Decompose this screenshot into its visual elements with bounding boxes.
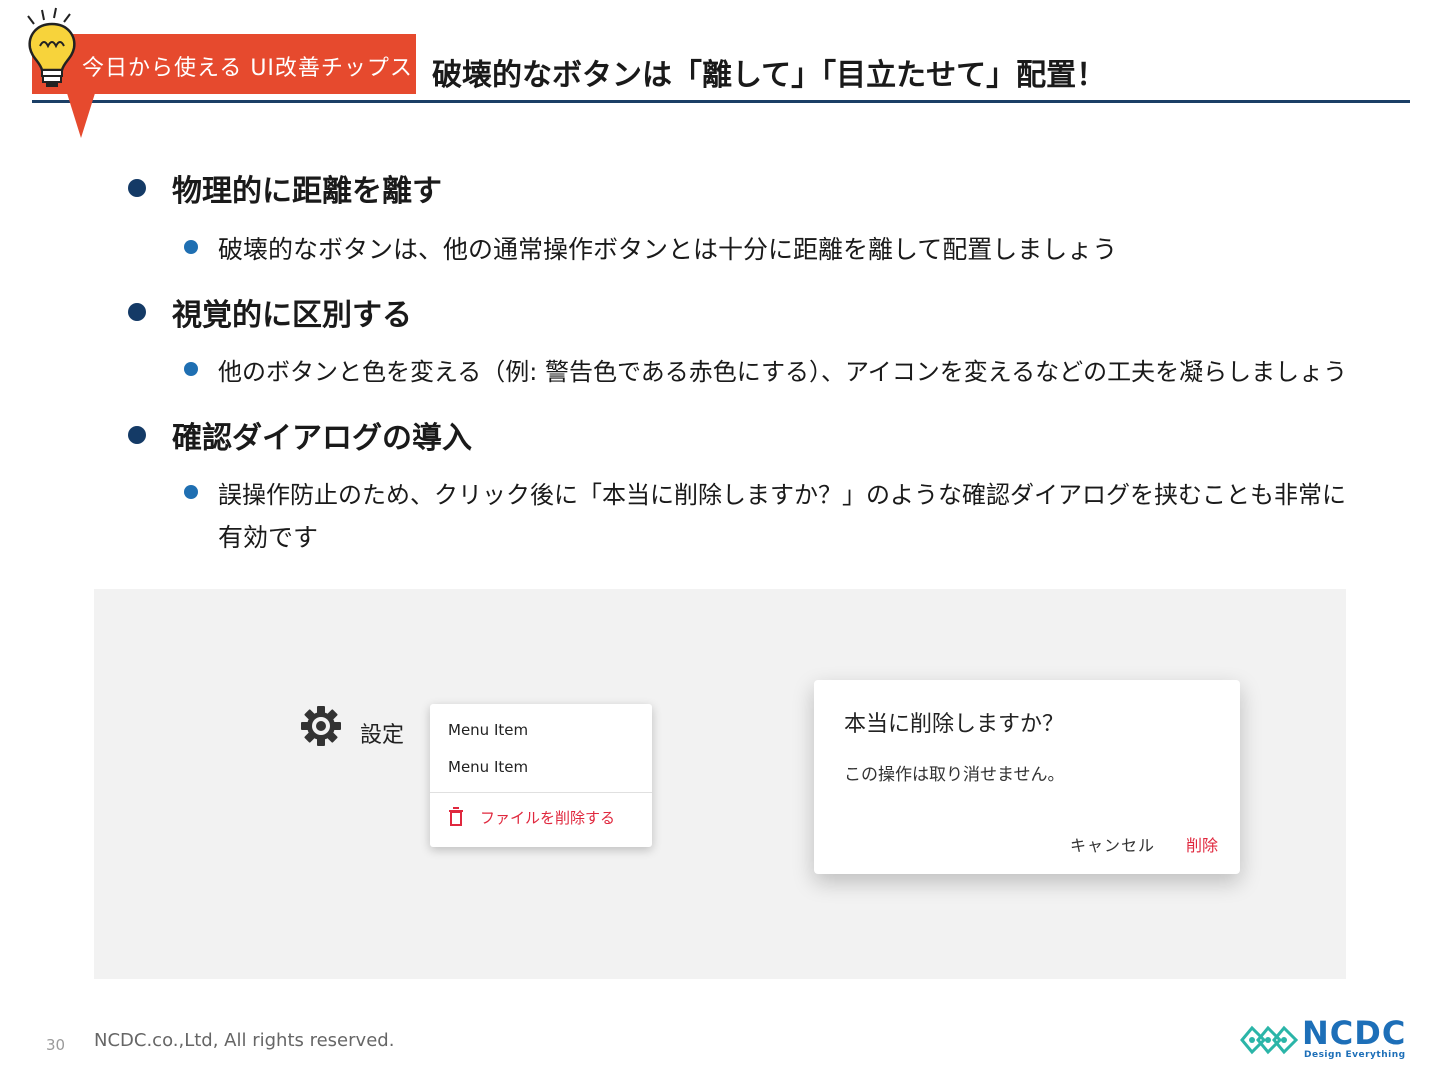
bullet-dot: [128, 303, 146, 321]
page-number: 30: [46, 1036, 66, 1054]
bullet-detail-continuation: 有効です: [218, 523, 319, 552]
menu-item[interactable]: Menu Item: [448, 721, 528, 739]
lightbulb-icon: [27, 7, 76, 87]
example-ui-panel: 設定 Menu Item Menu Item ファイルを削除する 本当に削除しま…: [94, 589, 1346, 979]
tips-tag-pointer: [66, 90, 96, 138]
dialog-title: 本当に削除しますか？: [844, 712, 1065, 737]
bullet-heading: 確認ダイアログの導入: [128, 413, 472, 457]
bullet-detail: 誤操作防止のため、クリック後に「本当に削除しますか？」のような確認ダイアログを挟…: [184, 475, 1346, 554]
bullet-dot: [128, 426, 146, 444]
bullet-dot: [184, 362, 198, 376]
dialog-message: この操作は取り消せません。: [844, 765, 1065, 785]
bullet-heading: 物理的に距離を離す: [128, 166, 442, 210]
trash-icon: [449, 807, 463, 826]
page-title: 破壊的なボタンは「離して」「目立たせて」配置！: [432, 58, 1107, 93]
bullet-dot: [128, 179, 146, 197]
logo-wordmark: NCDC: [1302, 1014, 1407, 1052]
tips-tag: 今日から使える UI改善チップス: [32, 34, 416, 94]
delete-file-label: ファイルを削除する: [480, 809, 616, 827]
bullet-detail-text: 他のボタンと色を変える（例: 警告色である赤色にする）、アイコンを変えるなどの工…: [218, 358, 1348, 386]
logo-tagline: Design Everything: [1304, 1050, 1406, 1060]
bullet-heading-text: 視覚的に区別する: [172, 298, 412, 333]
settings-label[interactable]: 設定: [360, 717, 404, 749]
company-logo: NCDC Design Everything: [1238, 1014, 1414, 1064]
confirm-delete-dialog: 本当に削除しますか？ この操作は取り消せません。 キャンセル 削除: [814, 680, 1240, 874]
bullet-detail-text: 破壊的なボタンは、他の通常操作ボタンとは十分に距離を離して配置しましょう: [218, 235, 1118, 264]
ncdc-logo-mark: [1240, 1025, 1298, 1055]
bullet-detail: 他のボタンと色を変える（例: 警告色である赤色にする）、アイコンを変えるなどの工…: [184, 352, 1347, 387]
menu-divider: [430, 792, 652, 793]
settings-dropdown-menu: Menu Item Menu Item ファイルを削除する: [430, 704, 652, 847]
bullet-heading-text: 確認ダイアログの導入: [172, 421, 472, 456]
menu-item[interactable]: Menu Item: [448, 758, 528, 776]
bullet-detail-text: 誤操作防止のため、クリック後に「本当に削除しますか？」のような確認ダイアログを挟…: [218, 481, 1346, 509]
bullet-heading: 視覚的に区別する: [128, 290, 412, 334]
bullet-heading-text: 物理的に距離を離す: [172, 174, 442, 209]
copyright: NCDC.co.,Ltd, All rights reserved.: [94, 1030, 395, 1051]
gear-icon[interactable]: [300, 705, 342, 747]
bullet-dot: [184, 240, 198, 254]
bullet-detail: 破壊的なボタンは、他の通常操作ボタンとは十分に距離を離して配置しましょう: [184, 230, 1117, 266]
cancel-button[interactable]: キャンセル: [1070, 832, 1155, 856]
delete-file-menu-item[interactable]: ファイルを削除する: [448, 807, 615, 828]
delete-button[interactable]: 削除: [1186, 832, 1218, 856]
bullet-dot: [184, 485, 198, 499]
title-divider: [32, 100, 1410, 103]
tips-tag-label: 今日から使える UI改善チップス: [82, 56, 413, 81]
